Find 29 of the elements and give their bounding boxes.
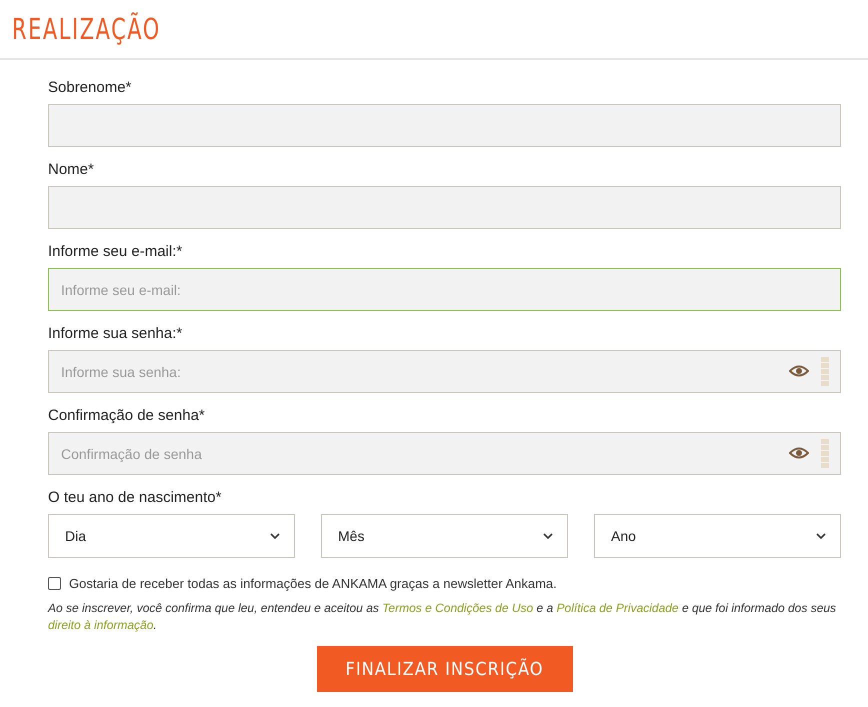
dropdown[interactable]: Dia [48,514,295,558]
input-field[interactable] [48,186,841,229]
submit-button[interactable]: FINALIZAR INSCRIÇÃO [316,646,572,692]
dropdown[interactable]: Mês [321,514,568,558]
eye-icon[interactable] [789,365,809,377]
legal-link[interactable]: Política de Privacidade [556,601,679,615]
eye-icon[interactable] [789,447,809,459]
field-label: Confirmação de senha* [48,407,205,424]
input-field[interactable]: Informe seu e-mail: [48,268,841,311]
caret-icon [543,533,553,539]
page-title: REALIZAÇÃO [12,12,161,46]
password-field[interactable]: Confirmação de senha [48,432,841,475]
legal-link[interactable]: direito à informação [48,618,154,632]
field-label: O teu ano de nascimento* [48,489,222,506]
caret-icon [816,533,826,539]
input-field[interactable] [48,104,841,147]
dropdown[interactable]: Ano [594,514,841,558]
field-label: Nome* [48,161,94,178]
checkbox[interactable] [48,577,61,590]
caret-icon [270,533,280,539]
field-label: Informe sua senha:* [48,325,182,342]
field-label: Sobrenome* [48,79,132,96]
checkbox-label: Gostaria de receber todas as informações de ANKAMA graças a newsletter Ankama. [69,576,557,591]
legal-text: Ao se inscrever, você confirma que leu, entendeu e aceitou as Termos e Condições de Uso e a Política de Privacidade e que foi informado dos seus direito à informação. [48,600,838,634]
password-field[interactable]: Informe sua senha: [48,350,841,393]
legal-link[interactable]: Termos e Condições de Uso [382,601,534,615]
strength-meter [821,357,829,386]
field-label: Informe seu e-mail:* [48,243,182,260]
strength-meter [821,439,829,468]
